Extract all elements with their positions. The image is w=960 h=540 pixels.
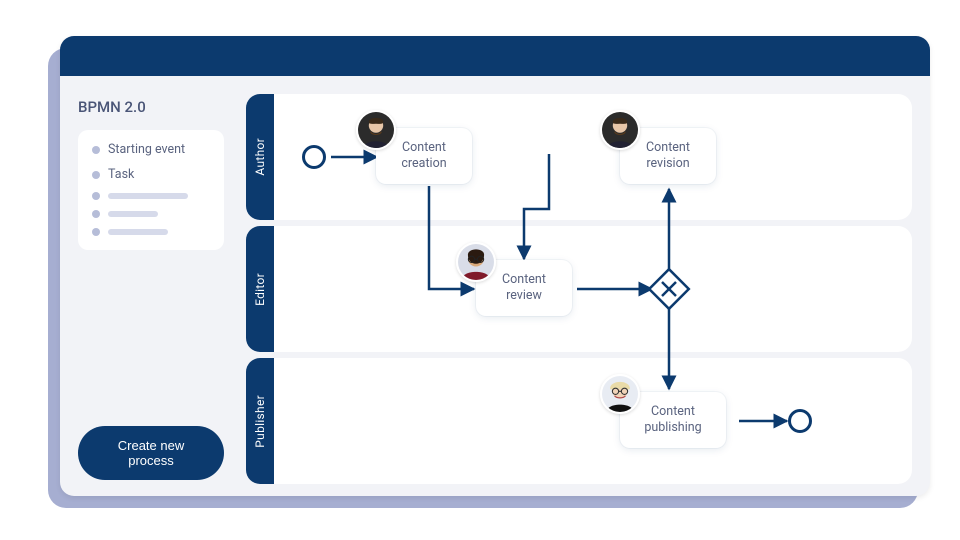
lane-tab-publisher: Publisher — [246, 358, 274, 484]
legend-item-task: Task — [92, 167, 210, 182]
avatar-publisher — [600, 374, 640, 414]
task-label: Content — [651, 404, 695, 419]
legend-label: Starting event — [108, 142, 185, 157]
bullet-icon — [92, 171, 100, 179]
create-process-button[interactable]: Create new process — [78, 426, 224, 480]
start-event[interactable] — [302, 145, 326, 169]
legend-item-placeholder — [92, 210, 210, 218]
app-window: BPMN 2.0 Starting event Task — [60, 36, 930, 496]
task-label: Content — [402, 140, 446, 155]
lane-label: Publisher — [253, 395, 267, 448]
legend-card: Starting event Task — [78, 130, 224, 250]
task-label: Content — [502, 272, 546, 287]
avatar-author — [356, 110, 396, 150]
avatar-editor — [456, 242, 496, 282]
bullet-icon — [92, 192, 100, 200]
bullet-icon — [92, 146, 100, 154]
lane-author[interactable]: Author — [246, 94, 912, 220]
content-area: BPMN 2.0 Starting event Task — [60, 76, 930, 496]
process-canvas[interactable]: Author Editor Publisher — [240, 76, 930, 496]
lane-label: Editor — [253, 273, 267, 306]
task-label: creation — [401, 156, 446, 171]
lane-label: Author — [253, 138, 267, 176]
legend-item-starting-event: Starting event — [92, 142, 210, 157]
lane-tab-author: Author — [246, 94, 274, 220]
legend-label: Task — [108, 167, 134, 182]
legend-placeholder-line — [108, 211, 158, 217]
task-label: revision — [646, 156, 689, 171]
bullet-icon — [92, 210, 100, 218]
task-label: review — [506, 288, 542, 303]
sidebar: BPMN 2.0 Starting event Task — [60, 76, 240, 496]
end-event[interactable] — [788, 409, 812, 433]
legend-item-placeholder — [92, 192, 210, 200]
lane-publisher[interactable]: Publisher — [246, 358, 912, 484]
task-label: publishing — [644, 420, 701, 435]
legend-placeholder-line — [108, 193, 188, 199]
legend-item-placeholder — [92, 228, 210, 236]
lane-tab-editor: Editor — [246, 226, 274, 352]
legend-placeholder-line — [108, 229, 168, 235]
title-bar — [60, 36, 930, 76]
bullet-icon — [92, 228, 100, 236]
avatar-author — [600, 110, 640, 150]
sidebar-title: BPMN 2.0 — [78, 98, 224, 116]
task-label: Content — [646, 140, 690, 155]
lane-editor[interactable]: Editor — [246, 226, 912, 352]
